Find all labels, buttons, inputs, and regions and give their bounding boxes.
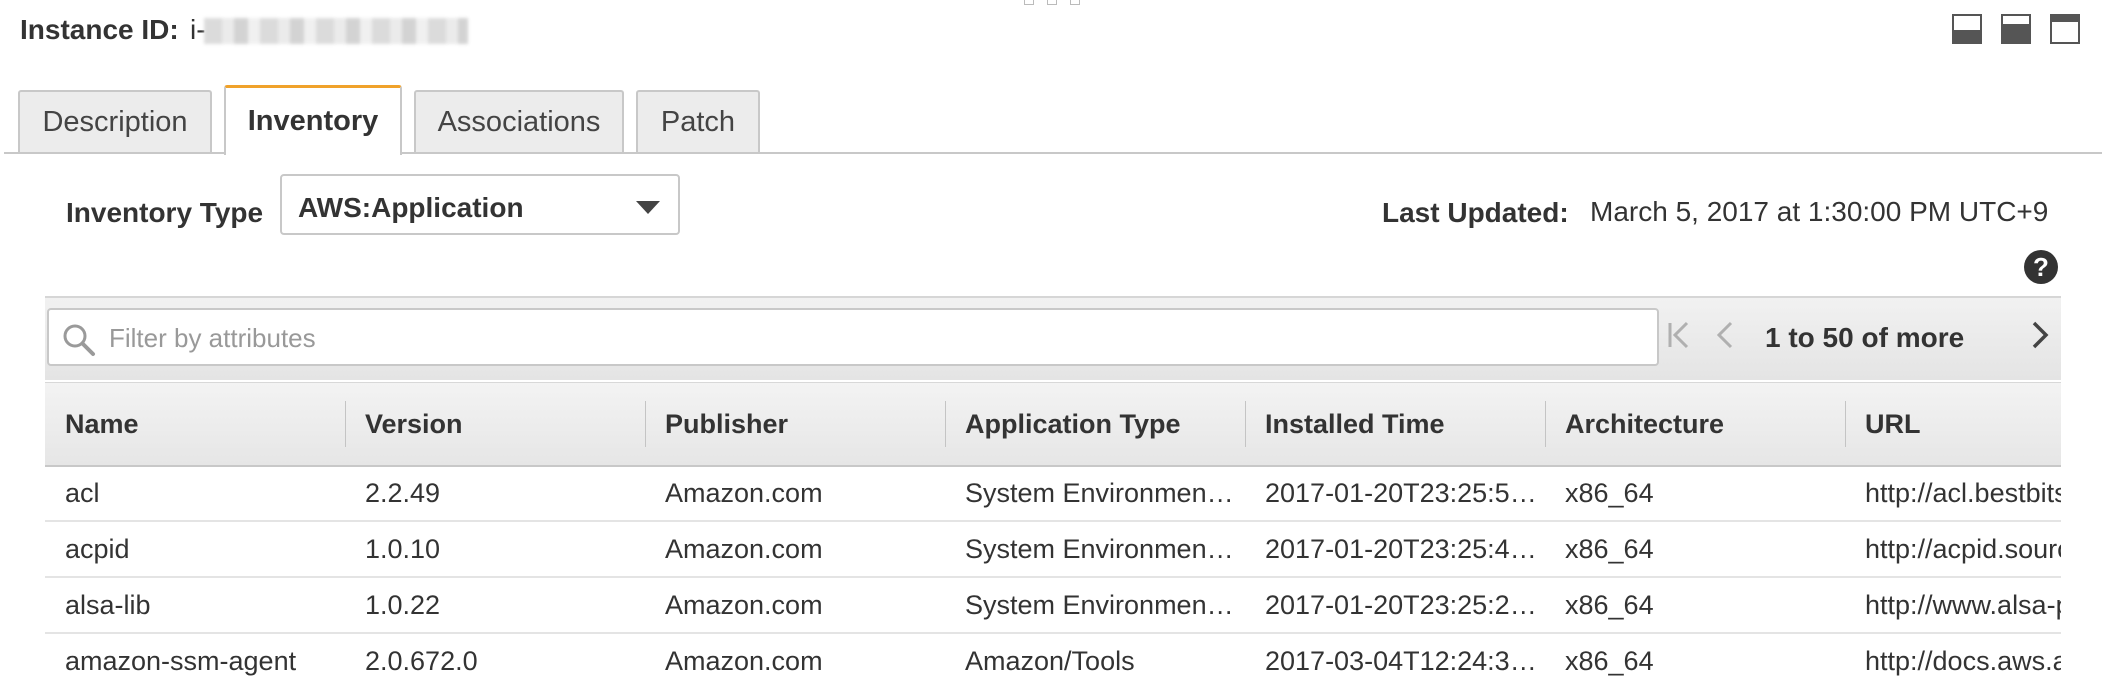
column-header-name[interactable]: Name [45, 383, 345, 465]
pagination-text: 1 to 50 of more [1765, 322, 1965, 353]
tab-patch[interactable]: Patch [636, 90, 760, 152]
cell-url[interactable]: http://acl.bestbits [1845, 466, 2061, 520]
instance-id-label: Instance ID: [20, 14, 179, 45]
cell-installed-time: 2017-03-04T12:24:3… [1265, 645, 1537, 676]
table-row[interactable]: acpid 1.0.10 Amazon.com System Environme… [45, 522, 2061, 578]
cell-installed-time: 2017-01-20T23:25:4… [1265, 533, 1537, 564]
cell-architecture: x86_64 [1565, 645, 1654, 676]
filter-box[interactable] [47, 308, 1659, 366]
instance-id-redacted [204, 18, 468, 44]
cell-name: amazon-ssm-agent [65, 645, 297, 676]
cell-version: 2.2.49 [365, 477, 441, 508]
last-updated-label: Last Updated: [1382, 197, 1569, 228]
table-header: Name Version Publisher Application Type … [45, 382, 2061, 467]
column-header-version[interactable]: Version [345, 383, 645, 465]
prev-page-icon[interactable] [1711, 318, 1741, 352]
filter-bar: 1 to 50 of more [45, 296, 2061, 380]
resize-handle[interactable] [1024, 0, 1080, 6]
cell-publisher: Amazon.com [665, 589, 823, 620]
column-header-architecture[interactable]: Architecture [1545, 383, 1845, 465]
column-header-installed-time[interactable]: Installed Time [1245, 383, 1545, 465]
cell-application-type: Amazon/Tools [965, 645, 1135, 676]
cell-version: 1.0.22 [365, 589, 441, 620]
panel-top-icon[interactable] [2050, 14, 2080, 44]
inventory-type-label: Inventory Type [66, 197, 264, 228]
cell-publisher: Amazon.com [665, 645, 823, 676]
last-updated-value: March 5, 2017 at 1:30:00 PM UTC+9 [1590, 196, 2049, 227]
cell-url[interactable]: http://acpid.sourc [1845, 522, 2061, 576]
table-row[interactable]: amazon-ssm-agent 2.0.672.0 Amazon.com Am… [45, 634, 2061, 690]
cell-architecture: x86_64 [1565, 477, 1654, 508]
table-row[interactable]: acl 2.2.49 Amazon.com System Environmen…… [45, 466, 2061, 522]
column-header-application-type[interactable]: Application Type [945, 383, 1245, 465]
cell-application-type: System Environmen… [965, 477, 1234, 508]
cell-architecture: x86_64 [1565, 533, 1654, 564]
cell-url[interactable]: http://www.alsa-p [1845, 578, 2061, 632]
cell-name: acl [65, 477, 100, 508]
cell-name: alsa-lib [65, 589, 151, 620]
column-header-publisher[interactable]: Publisher [645, 383, 945, 465]
cell-application-type: System Environmen… [965, 533, 1234, 564]
tab-associations[interactable]: Associations [414, 90, 624, 152]
dropdown-caret-icon [636, 201, 660, 214]
cell-installed-time: 2017-01-20T23:25:5… [1265, 477, 1537, 508]
panel-bottom-icon[interactable] [1952, 14, 1982, 44]
filter-input[interactable] [107, 318, 1631, 358]
cell-name: acpid [65, 533, 130, 564]
cell-installed-time: 2017-01-20T23:25:2… [1265, 589, 1537, 620]
cell-version: 2.0.672.0 [365, 645, 478, 676]
search-icon [63, 324, 95, 356]
tab-description[interactable]: Description [18, 90, 212, 152]
cell-application-type: System Environmen… [965, 589, 1234, 620]
help-icon[interactable]: ? [2024, 250, 2058, 284]
cell-architecture: x86_64 [1565, 589, 1654, 620]
first-page-icon[interactable] [1665, 318, 1695, 352]
panel-split-icon[interactable] [2001, 14, 2031, 44]
cell-url[interactable]: http://docs.aws.a [1845, 634, 2061, 688]
inventory-type-value: AWS:Application [298, 192, 524, 223]
cell-publisher: Amazon.com [665, 533, 823, 564]
cell-version: 1.0.10 [365, 533, 441, 564]
table-row[interactable]: alsa-lib 1.0.22 Amazon.com System Enviro… [45, 578, 2061, 634]
inventory-type-select[interactable]: AWS:Application [280, 174, 680, 235]
tab-inventory[interactable]: Inventory [224, 85, 402, 155]
cell-publisher: Amazon.com [665, 477, 823, 508]
column-header-url[interactable]: URL [1845, 383, 2061, 465]
next-page-icon[interactable] [2025, 318, 2055, 352]
